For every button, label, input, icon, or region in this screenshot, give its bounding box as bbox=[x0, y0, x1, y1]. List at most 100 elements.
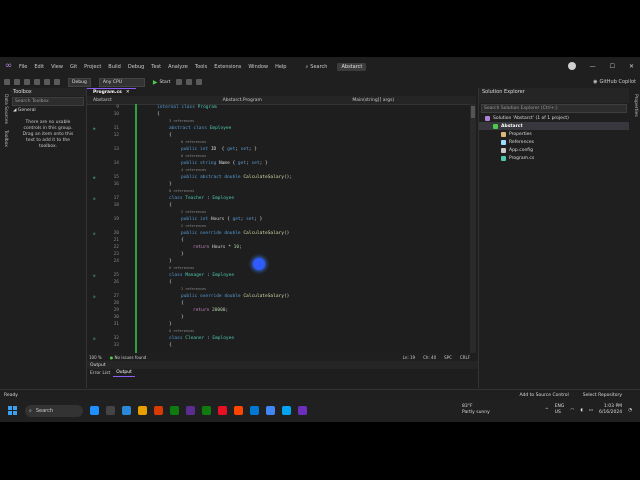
menu-file[interactable]: File bbox=[19, 64, 27, 70]
tree-item[interactable]: Abstarct bbox=[479, 122, 629, 130]
visual-studio-logo-icon[interactable]: ∞ bbox=[4, 62, 13, 71]
code-line[interactable]: ⊙ 27 public override double CalculateSalar… bbox=[87, 293, 476, 300]
chevron-up-icon[interactable]: ^ bbox=[545, 408, 549, 413]
codelens-reference[interactable]: 4 references bbox=[87, 167, 476, 174]
windows-start-icon[interactable] bbox=[8, 406, 17, 415]
code-line[interactable]: ⊙ 20 public override double CalculateSalar… bbox=[87, 230, 476, 237]
reference-count[interactable]: 3 references bbox=[169, 119, 194, 123]
battery-icon[interactable]: ▭ bbox=[589, 408, 593, 413]
new-item-icon[interactable] bbox=[24, 79, 30, 85]
toolbox-search-input[interactable]: Search Toolbox bbox=[12, 97, 84, 106]
search-box[interactable]: ⌕ Search bbox=[305, 64, 327, 70]
notification-icon[interactable]: ◔ bbox=[628, 408, 632, 413]
tab-error-list[interactable]: Error List bbox=[87, 369, 113, 377]
code-line[interactable]: ⊙ 17 class Teacher : Employee bbox=[87, 195, 476, 202]
reference-count[interactable]: 0 references bbox=[169, 189, 194, 193]
menu-build[interactable]: Build bbox=[108, 64, 121, 70]
taskbar-app-icon[interactable] bbox=[90, 406, 99, 415]
reference-count[interactable]: 0 references bbox=[169, 266, 194, 270]
code-line[interactable]: ⊙ 32 class Cleaner : Employee bbox=[87, 335, 476, 342]
reference-count[interactable]: 0 references bbox=[169, 329, 194, 333]
toolbox-group-general[interactable]: ◢ General bbox=[10, 107, 86, 114]
run-icon[interactable] bbox=[176, 79, 183, 85]
code-line[interactable]: 13 public int ID { get; set; } bbox=[87, 146, 476, 153]
reference-count[interactable]: 4 references bbox=[181, 168, 206, 172]
codelens-reference[interactable]: 0 references bbox=[87, 265, 476, 272]
tab-output[interactable]: Output bbox=[113, 369, 135, 377]
reference-count[interactable]: 2 references bbox=[181, 224, 206, 228]
reference-count[interactable]: 2 references bbox=[181, 210, 206, 214]
minimize-icon[interactable]: — bbox=[590, 63, 596, 70]
nav-project-dropdown[interactable]: Abstarct bbox=[87, 98, 217, 103]
codelens-reference[interactable]: 2 references bbox=[87, 209, 476, 216]
tool-icon[interactable] bbox=[196, 79, 203, 85]
menu-analyze[interactable]: Analyze bbox=[168, 64, 188, 70]
taskbar-app-icon[interactable] bbox=[250, 406, 259, 415]
code-line[interactable]: 33 { bbox=[87, 342, 476, 349]
codelens-reference[interactable]: 0 references bbox=[87, 328, 476, 335]
code-line[interactable]: 18 { bbox=[87, 202, 476, 209]
code-line[interactable]: 31} bbox=[87, 321, 476, 328]
tree-item[interactable]: App.config bbox=[479, 146, 629, 154]
code-line[interactable]: 28 { bbox=[87, 300, 476, 307]
taskbar-app-icon[interactable] bbox=[266, 406, 275, 415]
line-ending[interactable]: CRLF bbox=[460, 355, 470, 360]
save-icon[interactable] bbox=[34, 79, 40, 85]
menu-extensions[interactable]: Extensions bbox=[214, 64, 241, 70]
menu-help[interactable]: Help bbox=[275, 64, 286, 70]
code-line[interactable]: ⊕ 15 public abstract double CalculateSalar… bbox=[87, 174, 476, 181]
codelens-reference[interactable]: 0 references bbox=[87, 153, 476, 160]
taskbar-app-icon[interactable] bbox=[282, 406, 291, 415]
config-dropdown[interactable]: Debug bbox=[68, 77, 91, 87]
avatar[interactable] bbox=[568, 62, 576, 70]
clock[interactable]: 1:03 PM 6/16/2024 bbox=[599, 404, 622, 416]
tree-item[interactable]: Program.cs bbox=[479, 154, 629, 162]
whitespace-mode[interactable]: SPC bbox=[444, 355, 452, 360]
menu-test[interactable]: Test bbox=[151, 64, 161, 70]
taskbar-app-icon[interactable] bbox=[202, 406, 211, 415]
codelens-reference[interactable]: 0 references bbox=[87, 139, 476, 146]
menu-tools[interactable]: Tools bbox=[195, 64, 207, 70]
code-line[interactable]: 9 internal class Program bbox=[87, 104, 476, 111]
solution-search-input[interactable]: Search Solution Explorer (Ctrl+;) bbox=[481, 104, 627, 113]
start-button[interactable]: ▶ Start bbox=[153, 79, 171, 86]
maximize-icon[interactable]: ☐ bbox=[610, 63, 615, 70]
code-line[interactable]: 19 public int Hours { get; set; } bbox=[87, 216, 476, 223]
taskbar-app-icon[interactable] bbox=[122, 406, 131, 415]
tree-item[interactable]: References bbox=[479, 138, 629, 146]
menu-debug[interactable]: Debug bbox=[128, 64, 144, 70]
reference-count[interactable]: 2 references bbox=[181, 287, 206, 291]
menu-window[interactable]: Window bbox=[248, 64, 268, 70]
code-line[interactable]: 12 { bbox=[87, 132, 476, 139]
codelens-reference[interactable]: 2 references bbox=[87, 223, 476, 230]
code-line[interactable]: 16} bbox=[87, 181, 476, 188]
code-line[interactable]: 23} bbox=[87, 251, 476, 258]
tab-program-cs[interactable]: Program.cs ✕ bbox=[87, 88, 136, 96]
code-line[interactable]: 29 return 20000; bbox=[87, 307, 476, 314]
tab-close-icon[interactable]: ✕ bbox=[126, 90, 130, 95]
taskbar-app-icon[interactable] bbox=[186, 406, 195, 415]
codelens-reference[interactable]: 2 references bbox=[87, 286, 476, 293]
override-glyph-icon[interactable]: ⊙ bbox=[93, 195, 103, 202]
volume-icon[interactable]: ◖ bbox=[580, 408, 582, 413]
code-line[interactable]: 21 { bbox=[87, 237, 476, 244]
add-source-control-button[interactable]: Add to Source Control bbox=[520, 393, 569, 398]
scroll-thumb[interactable] bbox=[471, 106, 475, 118]
nav-type-dropdown[interactable]: Abstarct.Program bbox=[217, 98, 347, 103]
toolbox-tab[interactable]: Toolbox bbox=[1, 130, 8, 147]
reference-count[interactable]: 0 references bbox=[181, 154, 206, 158]
override-glyph-icon[interactable]: ⊙ bbox=[93, 293, 103, 300]
nav-member-dropdown[interactable]: Main(string[] args) bbox=[346, 98, 476, 103]
taskbar-app-icon[interactable] bbox=[298, 406, 307, 415]
hot-reload-icon[interactable] bbox=[186, 79, 193, 85]
code-line[interactable]: 14 public string Name { get; set; } bbox=[87, 160, 476, 167]
zoom-level[interactable]: 100 % bbox=[89, 355, 102, 360]
code-line[interactable]: 30} bbox=[87, 314, 476, 321]
weather-widget[interactable]: 83°F Partly sunny bbox=[462, 404, 490, 416]
override-glyph-icon[interactable]: ⊙ bbox=[93, 335, 103, 342]
issues-status[interactable]: ● No issues found bbox=[110, 355, 147, 360]
taskbar-app-icon[interactable] bbox=[138, 406, 147, 415]
code-line[interactable]: 26 { bbox=[87, 279, 476, 286]
language-indicator[interactable]: ENG US bbox=[555, 404, 565, 416]
menu-project[interactable]: Project bbox=[84, 64, 101, 70]
